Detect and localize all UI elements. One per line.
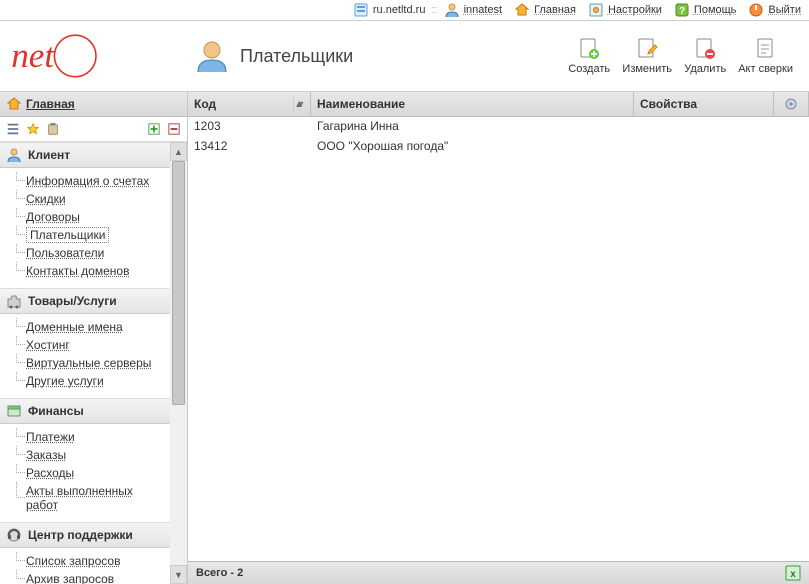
- top-link-settings[interactable]: Настройки: [608, 4, 662, 16]
- nav-item[interactable]: Заказы: [12, 446, 170, 464]
- edit-icon: [635, 37, 659, 61]
- top-link-help[interactable]: Помощь: [694, 4, 737, 16]
- cell-code: 13412: [188, 137, 311, 157]
- nav-item[interactable]: Плательщики: [12, 226, 170, 244]
- nav-item[interactable]: Доменные имена: [12, 318, 170, 336]
- home-icon: [514, 2, 530, 18]
- grid-settings-button[interactable]: [774, 92, 809, 116]
- top-link-home[interactable]: Главная: [534, 4, 576, 16]
- cell-code: 1203: [188, 117, 311, 137]
- col-props[interactable]: Свойства: [634, 92, 774, 116]
- cell-name: ООО "Хорошая погода": [311, 137, 634, 157]
- sidebar: Главная КлиентИнформация о счетахСкидкиД…: [0, 92, 188, 584]
- create-icon: [577, 37, 601, 61]
- export-excel-icon[interactable]: x: [785, 565, 801, 581]
- nav-item[interactable]: Договоры: [12, 208, 170, 226]
- col-menu-icon[interactable]: ▼: [293, 96, 308, 112]
- clipboard-icon[interactable]: [44, 120, 62, 138]
- goods-icon: [6, 293, 22, 309]
- site-label: ru.netltd.ru: [373, 4, 426, 16]
- gear-icon: [783, 96, 799, 112]
- edit-button[interactable]: Изменить: [622, 37, 672, 75]
- create-button[interactable]: Создать: [564, 37, 614, 75]
- toolbar: Создать Изменить Удалить Акт сверки: [564, 37, 801, 75]
- support-icon: [6, 527, 22, 543]
- svg-text:net: net: [11, 36, 55, 75]
- section-finance[interactable]: Финансы: [0, 398, 170, 424]
- client-icon: [6, 147, 22, 163]
- nav-item[interactable]: Платежи: [12, 428, 170, 446]
- footer-total: Всего - 2: [196, 567, 243, 579]
- nav-item[interactable]: Хостинг: [12, 336, 170, 354]
- nav-item[interactable]: Пользователи: [12, 244, 170, 262]
- acts-button[interactable]: Акт сверки: [738, 37, 793, 75]
- table-row[interactable]: 1203Гагарина Инна: [188, 117, 809, 137]
- finance-icon: [6, 403, 22, 419]
- expand-all-icon[interactable]: [145, 120, 163, 138]
- help-icon: ?: [674, 2, 690, 18]
- scroll-down-icon[interactable]: ▼: [170, 565, 187, 584]
- svg-text:x: x: [790, 569, 796, 580]
- col-name[interactable]: Наименование: [311, 92, 634, 116]
- site-indicator: ru.netltd.ru :: innatest: [353, 2, 502, 18]
- nav-item[interactable]: Виртуальные серверы: [12, 354, 170, 372]
- sidebar-header[interactable]: Главная: [0, 92, 187, 117]
- sidebar-toolbar: [0, 117, 187, 142]
- nav-item[interactable]: Скидки: [12, 190, 170, 208]
- cell-name: Гагарина Инна: [311, 117, 634, 137]
- logo: net: [8, 31, 178, 81]
- svg-text:?: ?: [679, 6, 685, 17]
- page-title: Плательщики: [240, 46, 353, 67]
- favorite-icon[interactable]: [24, 120, 42, 138]
- user-link[interactable]: innatest: [464, 4, 503, 16]
- grid-body[interactable]: 1203Гагарина Инна13412ООО "Хорошая погод…: [188, 117, 809, 561]
- nav-item[interactable]: Акты выполненных работ: [12, 482, 170, 514]
- sidebar-scrollbar[interactable]: ▲ ▼: [170, 142, 187, 584]
- server-icon: [353, 2, 369, 18]
- nav-item[interactable]: Расходы: [12, 464, 170, 482]
- header: net Плательщики Создать Изменить Удалить…: [0, 21, 809, 92]
- top-bar: ru.netltd.ru :: innatest Главная Настрой…: [0, 0, 809, 21]
- cell-props: [634, 117, 774, 137]
- logout-icon: [748, 2, 764, 18]
- nav-item[interactable]: Список запросов: [12, 552, 170, 570]
- main-grid: Код ▲ ▼ Наименование Свойства 1203Гагари…: [188, 92, 809, 584]
- user-icon: [444, 2, 460, 18]
- list-view-icon[interactable]: [4, 120, 22, 138]
- nav-item[interactable]: Контакты доменов: [12, 262, 170, 280]
- scroll-up-icon[interactable]: ▲: [170, 142, 187, 161]
- nav-item[interactable]: Информация о счетах: [12, 172, 170, 190]
- section-client[interactable]: Клиент: [0, 142, 170, 168]
- cell-props: [634, 137, 774, 157]
- acts-icon: [754, 37, 778, 61]
- nav-item[interactable]: Другие услуги: [12, 372, 170, 390]
- section-support[interactable]: Центр поддержки: [0, 522, 170, 548]
- nav-item[interactable]: Архив запросов: [12, 570, 170, 584]
- collapse-all-icon[interactable]: [165, 120, 183, 138]
- section-goods[interactable]: Товары/Услуги: [0, 288, 170, 314]
- table-row[interactable]: 13412ООО "Хорошая погода": [188, 137, 809, 157]
- settings-icon: [588, 2, 604, 18]
- col-code[interactable]: Код ▲ ▼: [188, 92, 311, 116]
- grid-header: Код ▲ ▼ Наименование Свойства: [188, 92, 809, 117]
- top-link-logout[interactable]: Выйти: [768, 4, 801, 16]
- breadcrumb-home[interactable]: Главная: [26, 97, 75, 111]
- grid-footer: Всего - 2 x: [188, 561, 809, 584]
- page-icon: [194, 38, 230, 74]
- delete-icon: [693, 37, 717, 61]
- delete-button[interactable]: Удалить: [680, 37, 730, 75]
- home-icon: [6, 96, 22, 112]
